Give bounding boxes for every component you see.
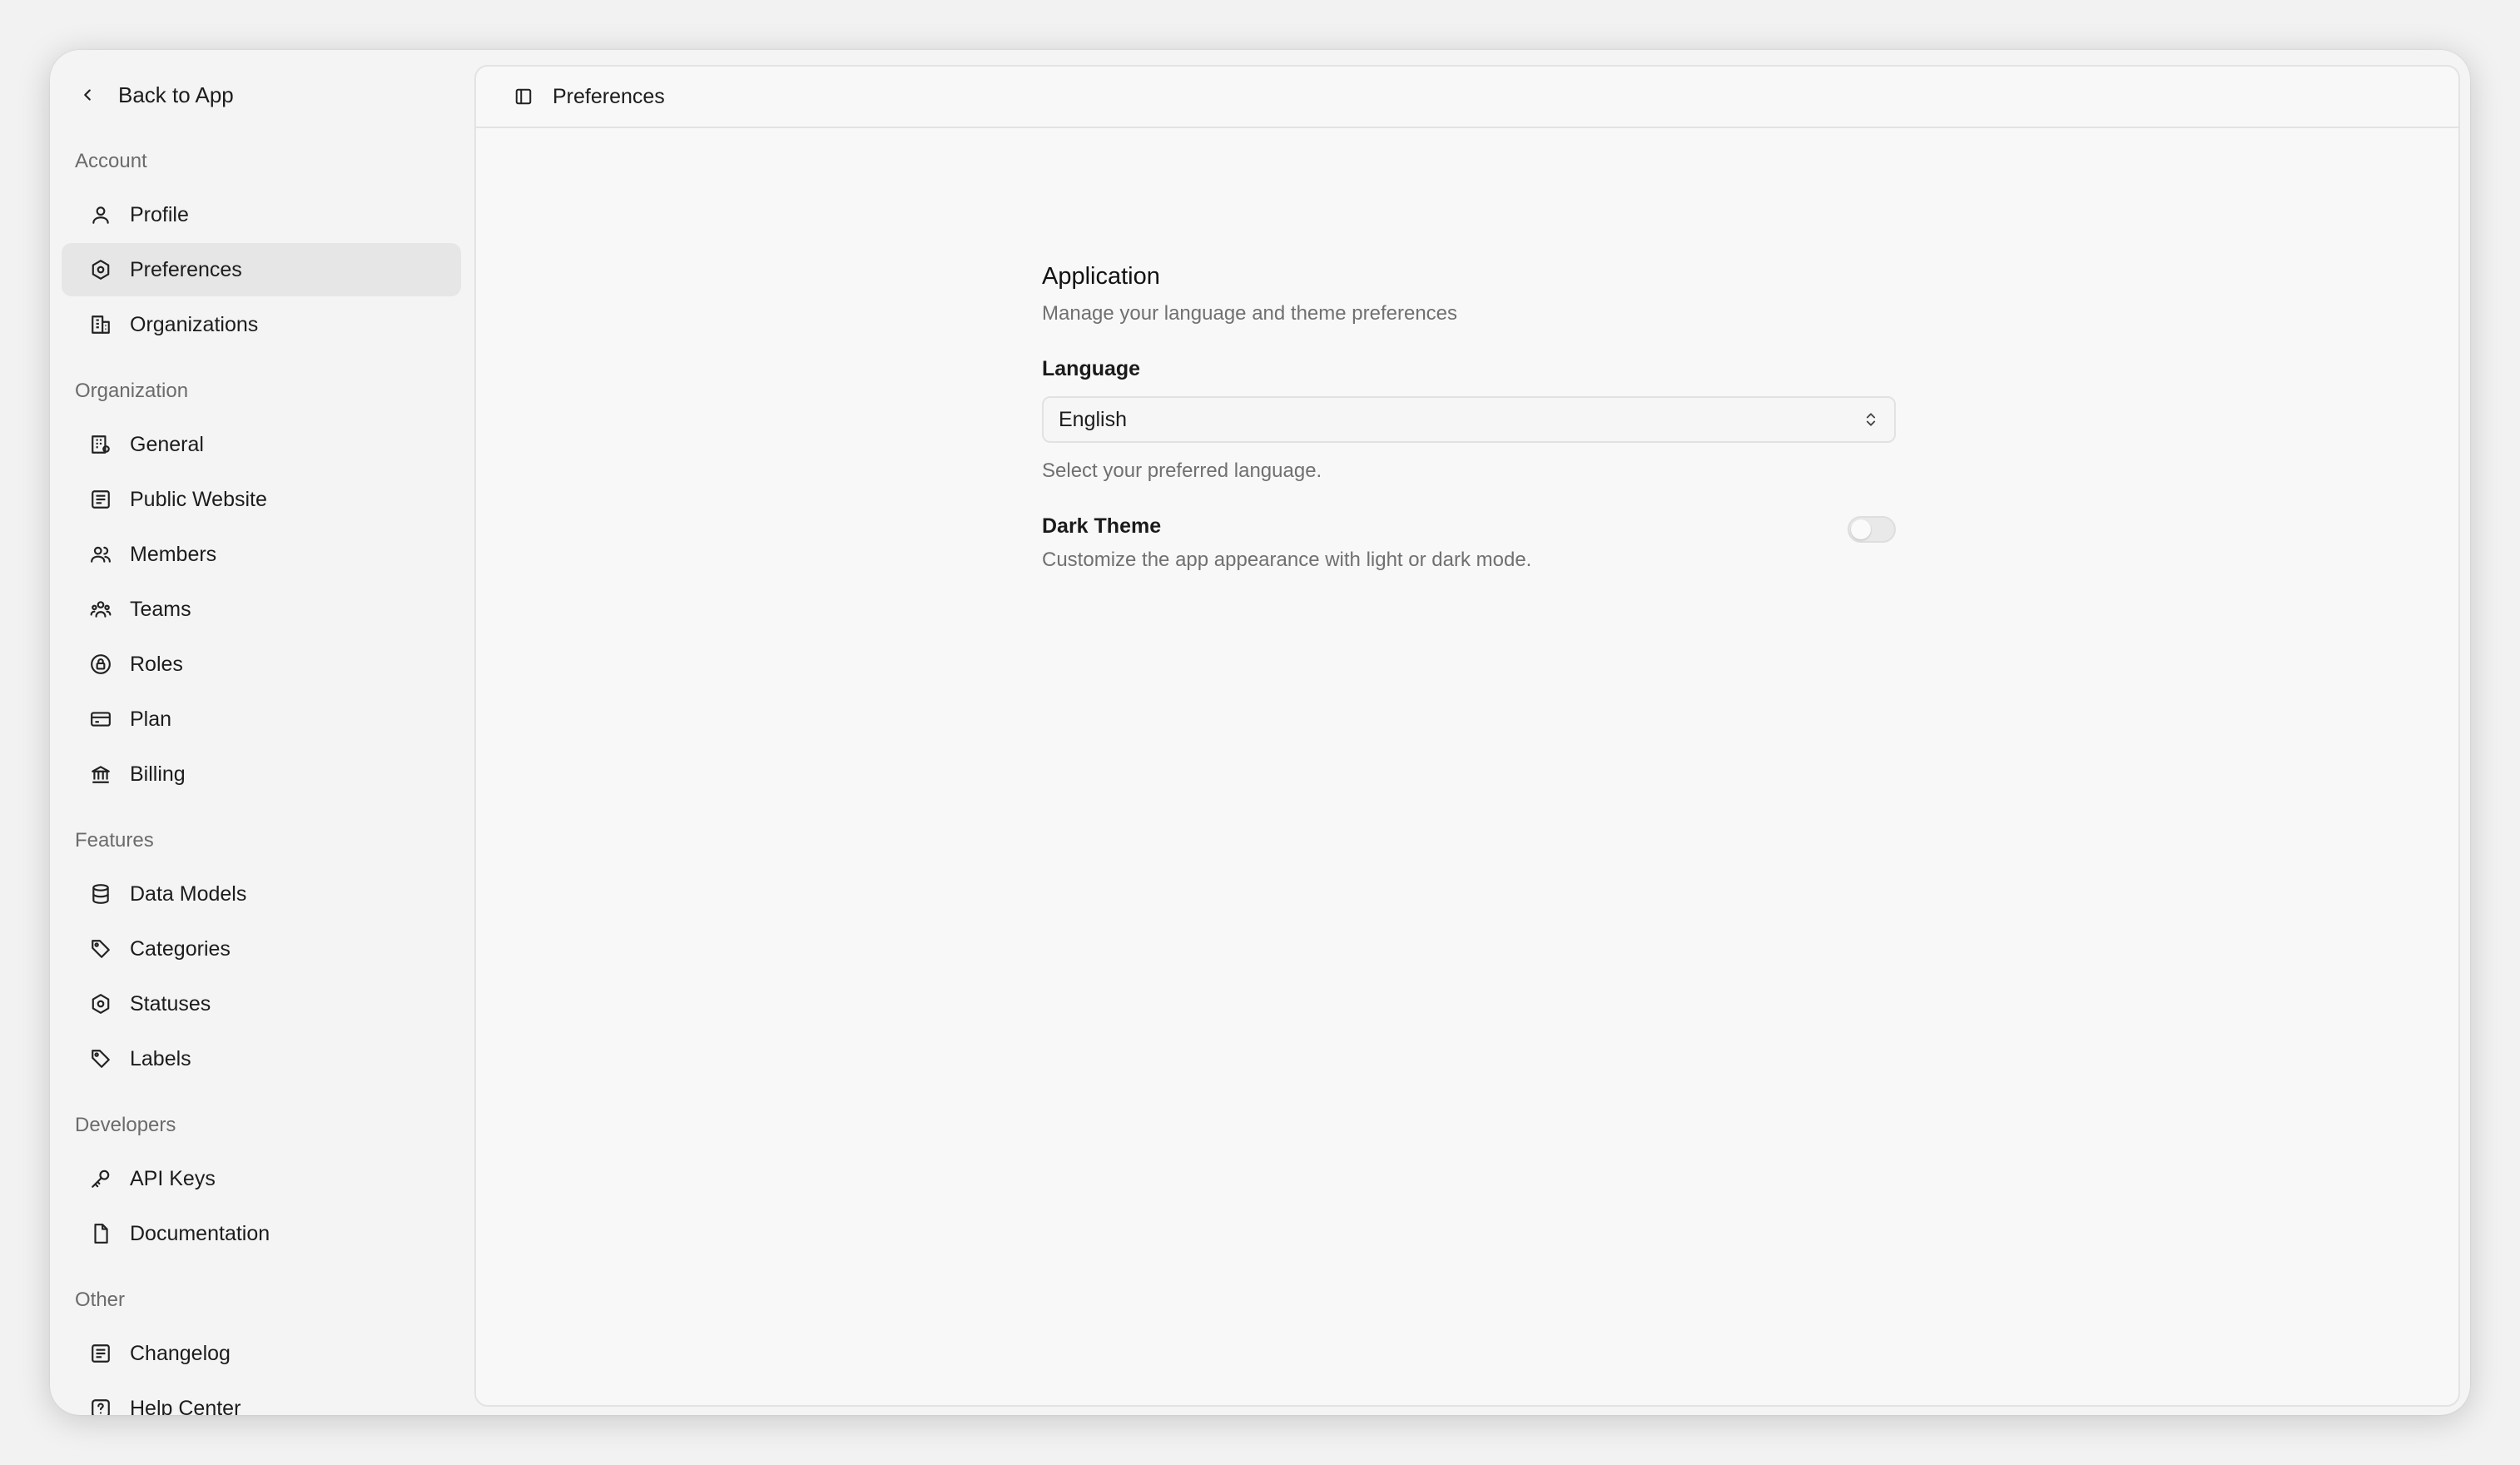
newspaper-icon — [88, 487, 113, 512]
sidebar-item-labels[interactable]: Labels — [62, 1032, 461, 1085]
sidebar-item-label: Profile — [130, 202, 189, 226]
key-icon — [88, 1166, 113, 1191]
database-icon — [88, 881, 113, 906]
sidebar-item-label: Documentation — [130, 1221, 270, 1245]
sidebar-item-label: Organizations — [130, 312, 259, 336]
tag-icon — [88, 936, 113, 961]
section-label-developers: Developers — [75, 1114, 176, 1136]
file-icon — [88, 1221, 113, 1246]
users-icon — [88, 542, 113, 567]
page-title: Preferences — [553, 84, 665, 108]
sidebar-item-billing[interactable]: Billing — [62, 747, 461, 801]
dark-theme-row: Dark Theme Customize the app appearance … — [1042, 514, 1896, 572]
language-helper-text: Select your preferred language. — [1042, 459, 1322, 482]
dark-theme-description: Customize the app appearance with light … — [1042, 549, 1532, 571]
application-settings: Application Manage your language and the… — [1042, 263, 1896, 572]
section-label-features: Features — [75, 829, 154, 852]
sidebar-item-label: Changelog — [130, 1341, 231, 1365]
back-to-app-label: Back to App — [118, 82, 234, 107]
sidebar-item-statuses[interactable]: Statuses — [62, 977, 461, 1030]
panel-left-icon[interactable] — [513, 86, 534, 107]
sidebar-item-roles[interactable]: Roles — [62, 638, 461, 691]
sidebar-item-documentation[interactable]: Documentation — [62, 1207, 461, 1260]
lock-circle-icon — [88, 652, 113, 677]
app-window: Back to App Account Profile Preferences … — [50, 50, 2470, 1415]
building-settings-icon — [88, 432, 113, 457]
section-title: Application — [1042, 263, 1160, 290]
sidebar-item-organizations[interactable]: Organizations — [62, 298, 461, 351]
settings-hexagon-icon — [88, 257, 113, 282]
sidebar-item-categories[interactable]: Categories — [62, 922, 461, 976]
sidebar-item-label: API Keys — [130, 1166, 216, 1190]
language-label: Language — [1042, 357, 1141, 380]
section-label-organization: Organization — [75, 380, 189, 402]
tag-icon — [88, 1046, 113, 1071]
sidebar-item-label: Labels — [130, 1046, 191, 1070]
sidebar-item-label: Teams — [130, 597, 191, 621]
dark-theme-label: Dark Theme — [1042, 514, 1162, 538]
top-bar: Preferences — [476, 67, 2458, 128]
section-description: Manage your language and theme preferenc… — [1042, 302, 1458, 325]
user-icon — [88, 202, 113, 227]
toggle-knob — [1851, 519, 1871, 539]
building-icon — [88, 312, 113, 337]
chevron-left-icon — [75, 82, 100, 107]
section-label-other: Other — [75, 1289, 126, 1311]
sidebar-item-label: Roles — [130, 652, 183, 676]
sidebar-item-public-website[interactable]: Public Website — [62, 473, 461, 526]
sidebar-item-label: General — [130, 432, 204, 456]
sidebar-item-label: Billing — [130, 762, 186, 786]
sidebar-item-label: Data Models — [130, 881, 247, 906]
help-circle-icon — [88, 1396, 113, 1415]
sidebar-item-label: Statuses — [130, 991, 211, 1016]
sidebar-item-help-center[interactable]: Help Center — [62, 1382, 461, 1415]
sidebar-item-general[interactable]: General — [62, 418, 461, 471]
language-select-value: English — [1059, 407, 1127, 431]
dark-theme-toggle[interactable] — [1848, 516, 1896, 543]
language-select[interactable]: English — [1042, 396, 1896, 443]
sidebar-item-label: Members — [130, 542, 217, 566]
sidebar-item-label: Public Website — [130, 487, 267, 511]
settings-sidebar: Back to App Account Profile Preferences … — [50, 50, 474, 1415]
main-panel: Preferences Application Manage your lang… — [474, 65, 2460, 1407]
back-to-app-link[interactable]: Back to App — [75, 63, 458, 127]
sidebar-item-label: Preferences — [130, 257, 242, 281]
team-icon — [88, 597, 113, 622]
sidebar-item-profile[interactable]: Profile — [62, 188, 461, 241]
section-label-account: Account — [75, 150, 147, 172]
settings-hexagon-icon — [88, 991, 113, 1016]
sidebar-item-plan[interactable]: Plan — [62, 693, 461, 746]
bank-icon — [88, 762, 113, 787]
credit-card-icon — [88, 707, 113, 732]
sidebar-item-label: Help Center — [130, 1396, 241, 1416]
sidebar-item-label: Plan — [130, 707, 172, 731]
sidebar-item-api-keys[interactable]: API Keys — [62, 1152, 461, 1205]
sidebar-item-teams[interactable]: Teams — [62, 583, 461, 636]
newspaper-icon — [88, 1341, 113, 1366]
sidebar-item-data-models[interactable]: Data Models — [62, 867, 461, 921]
sidebar-item-label: Categories — [130, 936, 231, 961]
sidebar-item-changelog[interactable]: Changelog — [62, 1327, 461, 1380]
sidebar-item-members[interactable]: Members — [62, 528, 461, 581]
sidebar-item-preferences[interactable]: Preferences — [62, 243, 461, 296]
chevrons-up-down-icon — [1863, 410, 1879, 429]
